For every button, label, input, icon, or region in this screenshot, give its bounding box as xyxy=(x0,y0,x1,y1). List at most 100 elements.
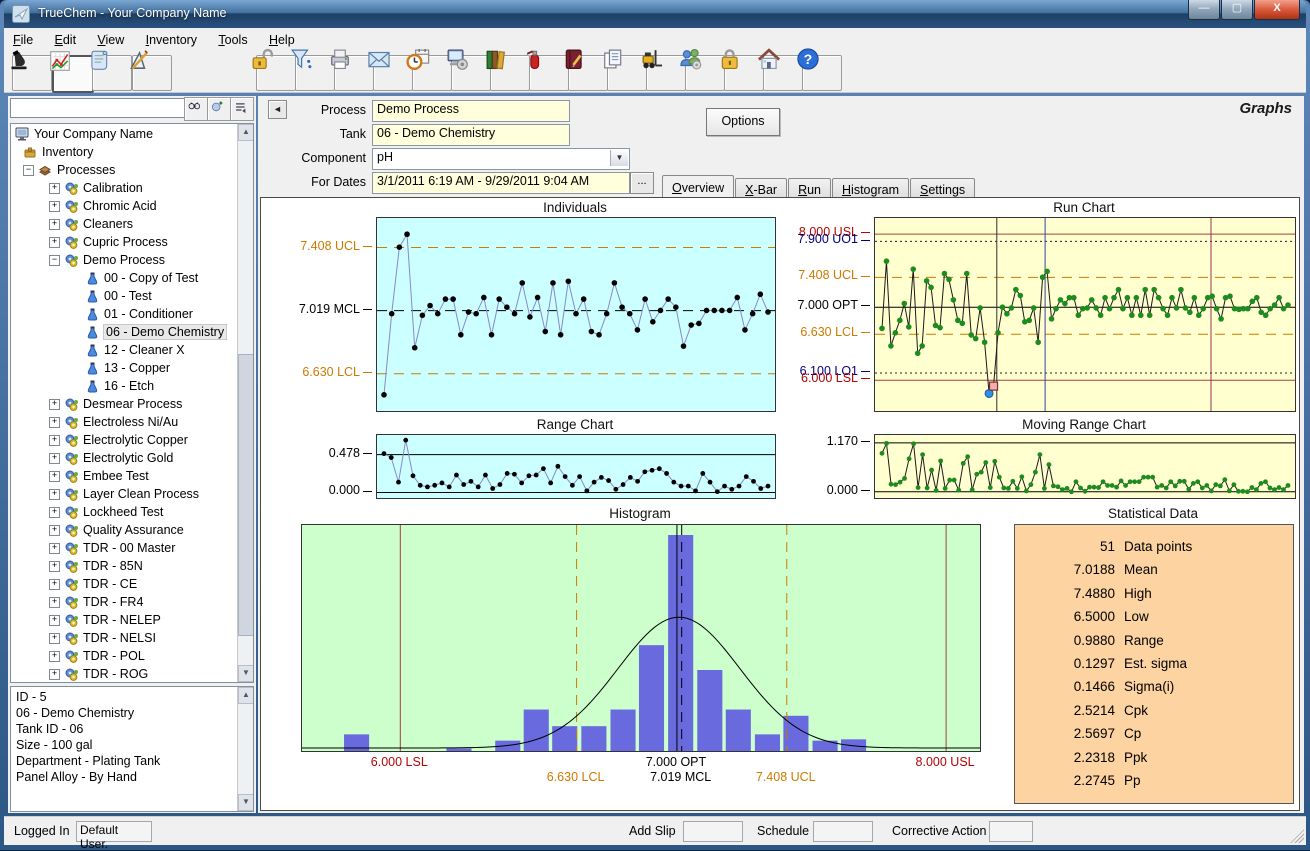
expand-icon[interactable]: + xyxy=(49,399,60,410)
scroll-down-icon[interactable]: ▼ xyxy=(238,794,254,811)
add-button[interactable] xyxy=(207,97,231,121)
tree-item-00-test[interactable]: 00 - Test xyxy=(11,287,237,305)
expand-icon[interactable]: + xyxy=(49,201,60,212)
maximize-button[interactable]: ▢ xyxy=(1221,0,1253,20)
tank-field[interactable]: 06 - Demo Chemistry xyxy=(372,124,570,146)
tree-item-tdr-ce[interactable]: +TDR - CE xyxy=(11,575,237,593)
expand-icon[interactable]: + xyxy=(49,579,60,590)
individuals-plot[interactable] xyxy=(376,217,776,412)
flask-icon xyxy=(85,343,99,357)
tree-item-lockheed-test[interactable]: +Lockheed Test xyxy=(11,503,237,521)
tree-item-calibration[interactable]: +Calibration xyxy=(11,179,237,197)
tree-item-desmear-process[interactable]: +Desmear Process xyxy=(11,395,237,413)
tree-item-cleaners[interactable]: +Cleaners xyxy=(11,215,237,233)
range-chart-plot[interactable] xyxy=(376,434,776,499)
histogram-plot[interactable] xyxy=(301,524,981,752)
expand-icon[interactable]: + xyxy=(49,525,60,536)
tree-item-tdr-00-master[interactable]: +TDR - 00 Master xyxy=(11,539,237,557)
tree-item-demo-process[interactable]: −Demo Process xyxy=(11,251,237,269)
tree-scroll-thumb[interactable] xyxy=(238,354,254,636)
chevron-down-icon[interactable]: ▼ xyxy=(610,150,628,166)
scroll-down-icon[interactable]: ▼ xyxy=(238,665,254,682)
tree-item-tdr-pol[interactable]: +TDR - POL xyxy=(11,647,237,665)
expand-icon[interactable]: + xyxy=(49,453,60,464)
scroll-up-icon[interactable]: ▲ xyxy=(238,124,254,141)
find-button[interactable] xyxy=(184,97,208,121)
stat-value: 2.2745 xyxy=(1015,769,1115,792)
tree-item-label: 01 - Conditioner xyxy=(104,307,193,321)
tree-item-chromic-acid[interactable]: +Chromic Acid xyxy=(11,197,237,215)
tree-item-electroless-ni-au[interactable]: +Electroless Ni/Au xyxy=(11,413,237,431)
info-scrollbar[interactable]: ▲ ▼ xyxy=(237,687,253,811)
tree-item-tdr-nelsi[interactable]: +TDR - NELSI xyxy=(11,629,237,647)
add-slip-field[interactable] xyxy=(683,821,743,842)
process-field[interactable]: Demo Process xyxy=(372,100,570,122)
stat-value: 2.2318 xyxy=(1015,746,1115,769)
expand-icon[interactable]: + xyxy=(49,471,60,482)
date-picker-button[interactable]: ... xyxy=(630,172,654,194)
tree-item-tdr-85n[interactable]: +TDR - 85N xyxy=(11,557,237,575)
expand-icon[interactable]: + xyxy=(49,435,60,446)
corrective-action-field[interactable] xyxy=(989,821,1033,842)
expand-icon[interactable]: + xyxy=(49,597,60,608)
collapse-icon[interactable]: − xyxy=(49,255,60,266)
expand-icon[interactable]: + xyxy=(49,507,60,518)
tree-item-13-copper[interactable]: 13 - Copper xyxy=(11,359,237,377)
expand-icon[interactable]: + xyxy=(49,219,60,230)
scroll-up-icon[interactable]: ▲ xyxy=(238,687,254,704)
close-button[interactable]: X xyxy=(1254,0,1300,20)
tree-item-cupric-process[interactable]: +Cupric Process xyxy=(11,233,237,251)
dates-field[interactable]: 3/1/2011 6:19 AM - 9/29/2011 9:04 AM xyxy=(372,172,630,194)
tree-item-inventory[interactable]: Inventory xyxy=(11,143,237,161)
expand-icon[interactable]: + xyxy=(49,651,60,662)
expand-icon[interactable]: + xyxy=(49,633,60,644)
tree-item-electrolytic-copper[interactable]: +Electrolytic Copper xyxy=(11,431,237,449)
tree-item-16-etch[interactable]: 16 - Etch xyxy=(11,377,237,395)
process-icon xyxy=(64,451,78,465)
tree-scrollbar[interactable]: ▲ ▼ xyxy=(237,124,253,682)
tree-item-01-conditioner[interactable]: 01 - Conditioner xyxy=(11,305,237,323)
collapse-icon[interactable]: − xyxy=(23,165,34,176)
toolbar-button-help-icon[interactable]: ? xyxy=(802,55,842,91)
tree-item-processes[interactable]: −Processes xyxy=(11,161,237,179)
logged-in-user: Default User. xyxy=(76,821,152,842)
minimize-button[interactable]: — xyxy=(1188,0,1220,20)
tree-item-quality-assurance[interactable]: +Quality Assurance xyxy=(11,521,237,539)
component-select[interactable]: pH▼ xyxy=(372,148,630,170)
stat-label: Sigma(i) xyxy=(1124,679,1174,694)
expand-icon[interactable]: + xyxy=(49,417,60,428)
toolbar-button-microscope-icon[interactable] xyxy=(12,55,52,91)
resize-grip[interactable] xyxy=(1290,829,1304,843)
expand-icon[interactable]: + xyxy=(49,237,60,248)
tree-item-embee-test[interactable]: +Embee Test xyxy=(11,467,237,485)
tab-strip: OverviewX-BarRunHistogramSettings xyxy=(662,175,976,198)
tree-item-tdr-nelep[interactable]: +TDR - NELEP xyxy=(11,611,237,629)
tree-item-tdr-rog[interactable]: +TDR - ROG xyxy=(11,665,237,683)
tree-item-06-demo-chemistry[interactable]: 06 - Demo Chemistry xyxy=(11,323,237,341)
expand-icon[interactable]: + xyxy=(49,183,60,194)
options-button[interactable]: Options xyxy=(706,108,780,136)
tree-item-12-cleaner-x[interactable]: 12 - Cleaner X xyxy=(11,341,237,359)
expand-icon[interactable]: + xyxy=(49,561,60,572)
tree-item-tdr-fr4[interactable]: +TDR - FR4 xyxy=(11,593,237,611)
schedule-field[interactable] xyxy=(813,821,873,842)
process-icon xyxy=(64,397,78,411)
expand-icon[interactable]: + xyxy=(49,669,60,680)
moving-range-plot[interactable] xyxy=(874,434,1296,499)
dates-label: For Dates xyxy=(266,175,366,189)
toolbar-button-script-icon[interactable] xyxy=(92,55,132,91)
tree-item-electrolytic-gold[interactable]: +Electrolytic Gold xyxy=(11,449,237,467)
expand-icon[interactable]: + xyxy=(49,543,60,554)
tree-item-your-company-name[interactable]: Your Company Name xyxy=(11,125,237,143)
expand-icon[interactable]: + xyxy=(49,489,60,500)
run-chart-plot[interactable] xyxy=(874,217,1296,412)
process-icon xyxy=(64,235,78,249)
collapse-button[interactable] xyxy=(230,97,254,121)
menu-edit[interactable]: Edit xyxy=(46,28,86,51)
expand-icon[interactable]: + xyxy=(49,615,60,626)
ref-line-label: 6.630 LCL xyxy=(800,325,870,339)
toolbar-button-drafting-icon[interactable] xyxy=(132,55,172,91)
tree-item-00-copy-of-test[interactable]: 00 - Copy of Test xyxy=(11,269,237,287)
tree-item-layer-clean-process[interactable]: +Layer Clean Process xyxy=(11,485,237,503)
tree-search-input[interactable] xyxy=(10,98,188,118)
